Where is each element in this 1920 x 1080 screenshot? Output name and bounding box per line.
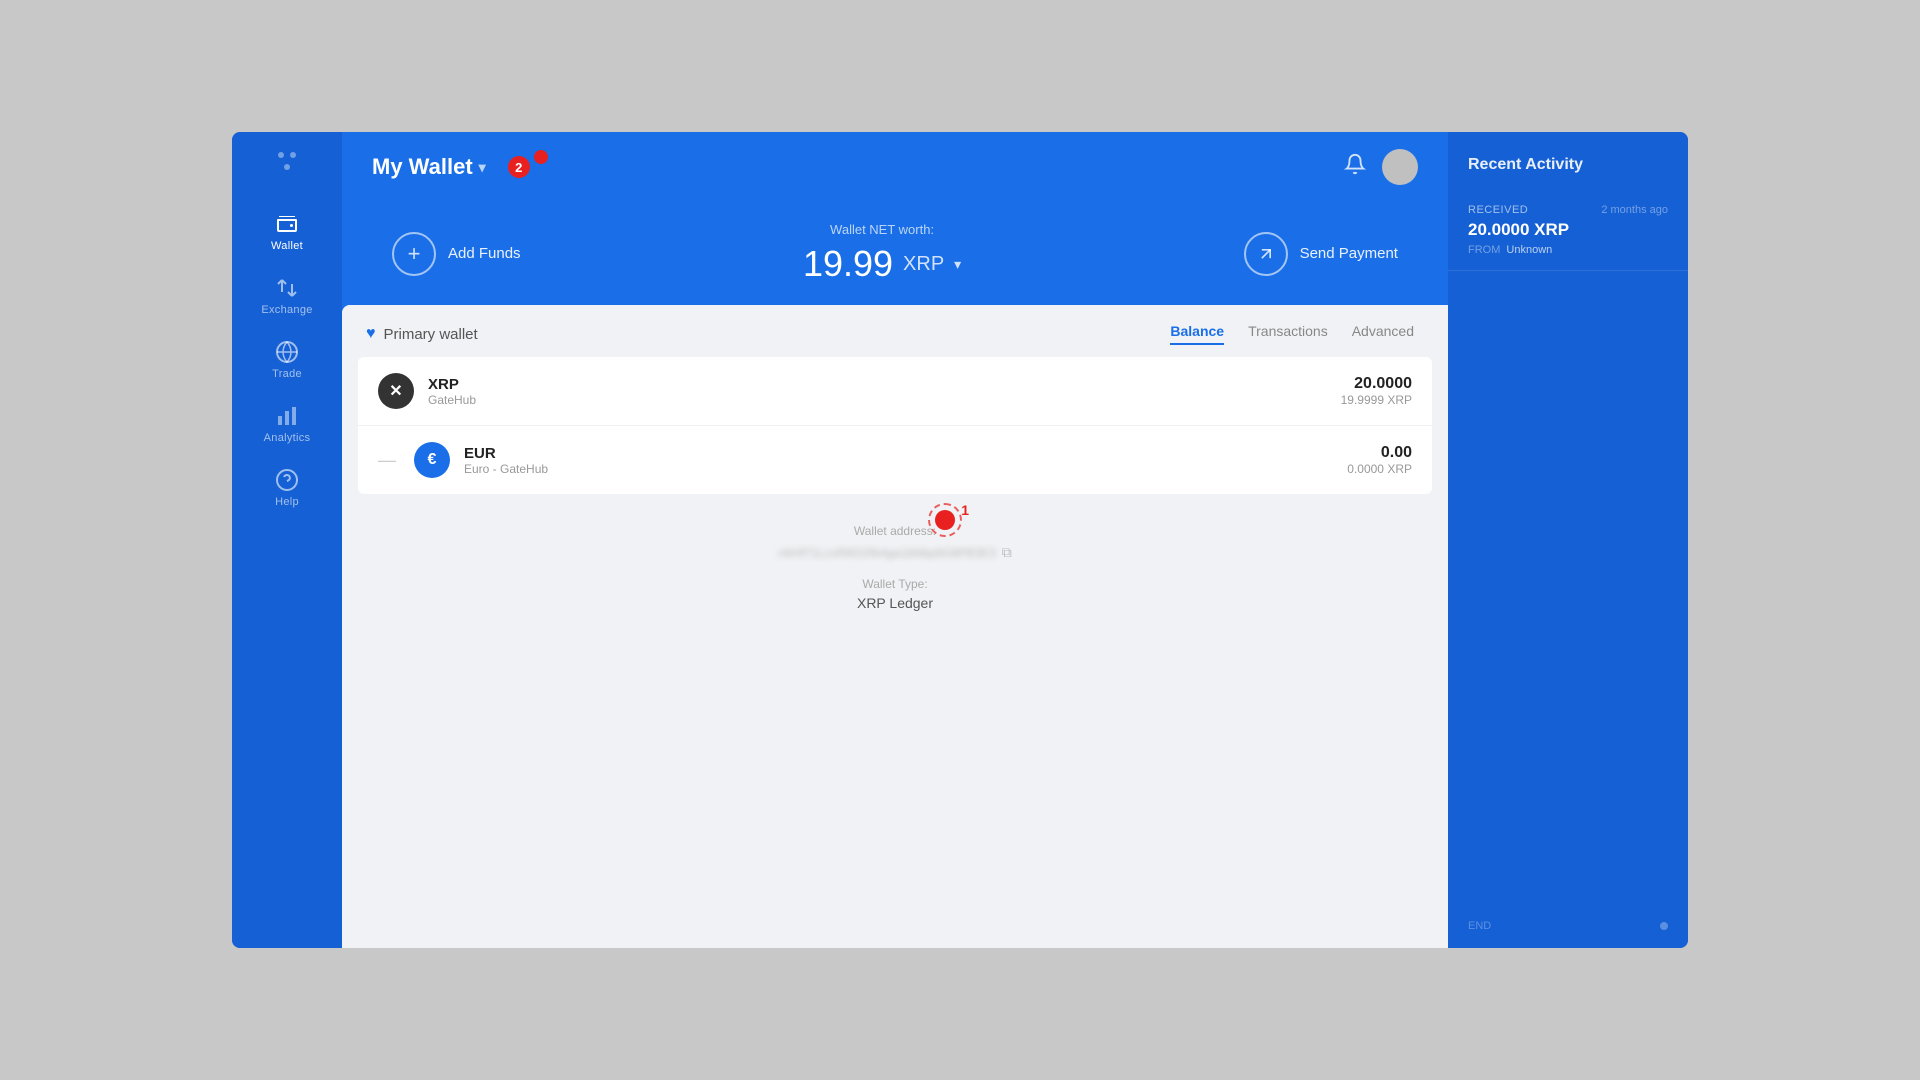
activity-type: RECEIVED — [1468, 204, 1528, 216]
content-header: ♥ Primary wallet Balance Transactions Ad… — [342, 305, 1448, 345]
end-label: END — [1468, 920, 1491, 932]
wallet-type-label: Wallet Type: — [862, 577, 927, 591]
recent-activity-title: Recent Activity — [1448, 132, 1688, 190]
sidebar-item-analytics-label: Analytics — [264, 432, 311, 444]
xrp-coin-icon: ✕ — [378, 373, 414, 409]
sidebar: Wallet Exchange Trade Analytics — [232, 132, 342, 948]
add-funds-label: Add Funds — [448, 245, 521, 262]
activity-from-value: Unknown — [1506, 244, 1552, 256]
header-title: My Wallet ▾ 2 — [372, 154, 530, 180]
tab-advanced[interactable]: Advanced — [1352, 323, 1414, 345]
notification-bell-button[interactable] — [1344, 153, 1366, 181]
net-worth-currency: XRP — [903, 253, 944, 276]
right-panel: Recent Activity RECEIVED 2 months ago 20… — [1448, 132, 1688, 948]
currency-chevron-icon: ▾ — [954, 256, 961, 273]
copy-address-button[interactable]: ⧉ — [1002, 544, 1012, 561]
xrp-value: 19.9999 XRP — [1341, 393, 1412, 407]
xrp-coin-provider: GateHub — [428, 393, 1327, 407]
send-payment-button[interactable]: Send Payment — [1244, 232, 1398, 276]
annotation-1-number: 1 — [961, 502, 969, 518]
balance-list: ✕ XRP GateHub 20.0000 19.9999 XRP — € — [358, 357, 1432, 494]
activity-amount: 20.0000 XRP — [1468, 220, 1668, 240]
net-worth-label: Wallet NET worth: — [803, 222, 961, 237]
activity-time: 2 months ago — [1601, 204, 1668, 216]
net-worth-display: Wallet NET worth: 19.99 XRP ▾ — [803, 222, 961, 285]
sidebar-item-analytics[interactable]: Analytics — [232, 392, 342, 456]
sidebar-item-exchange[interactable]: Exchange — [232, 264, 342, 328]
table-row: ✕ XRP GateHub 20.0000 19.9999 XRP — [358, 357, 1432, 426]
sidebar-item-exchange-label: Exchange — [261, 304, 312, 316]
header: My Wallet ▾ 2 — [342, 132, 1448, 202]
eur-xrp-value: 0.0000 XRP — [1347, 462, 1412, 476]
trust-line-indicator: — — [378, 450, 396, 471]
tab-transactions[interactable]: Transactions — [1248, 323, 1328, 345]
wallet-type-value: XRP Ledger — [857, 595, 933, 611]
wallet-address-label: Wallet address: — [854, 524, 936, 538]
header-chevron-icon: ▾ — [479, 159, 486, 176]
tab-balance[interactable]: Balance — [1170, 323, 1224, 345]
sidebar-item-wallet[interactable]: Wallet — [232, 200, 342, 264]
activity-item: RECEIVED 2 months ago 20.0000 XRP FROM U… — [1448, 190, 1688, 271]
activity-from: FROM Unknown — [1468, 244, 1668, 256]
eur-coin-icon: € — [414, 442, 450, 478]
wallet-info-section: 1 Wallet address: r4rHf71LcvR601Rk4ga1bN… — [342, 494, 1448, 948]
eur-coin-provider: Euro - GateHub — [464, 462, 1333, 476]
activity-top-row: RECEIVED 2 months ago — [1468, 204, 1668, 216]
xrp-coin-info: XRP GateHub — [428, 376, 1327, 407]
notification-badge-dot — [534, 150, 548, 164]
heart-icon: ♥ — [366, 325, 376, 343]
user-avatar[interactable] — [1382, 149, 1418, 185]
eur-balance: 0.00 0.0000 XRP — [1347, 444, 1412, 476]
add-funds-button[interactable]: + Add Funds — [392, 232, 521, 276]
hero-section: + Add Funds Wallet NET worth: 19.99 XRP … — [342, 202, 1448, 305]
panel-dot — [1660, 922, 1668, 930]
wallet-name: Primary wallet — [384, 326, 478, 343]
xrp-coin-name: XRP — [428, 376, 1327, 393]
net-worth-value: 19.99 — [803, 243, 893, 285]
my-wallet-title: My Wallet — [372, 154, 473, 180]
table-row: — € EUR Euro - GateHub 0.00 0.0000 XRP — [358, 426, 1432, 494]
sidebar-item-help-label: Help — [275, 496, 299, 508]
eur-coin-info: EUR Euro - GateHub — [464, 445, 1333, 476]
xrp-amount: 20.0000 — [1341, 375, 1412, 393]
send-payment-label: Send Payment — [1300, 245, 1398, 262]
sidebar-item-help[interactable]: Help — [232, 456, 342, 520]
send-payment-icon — [1244, 232, 1288, 276]
wallet-address-value: r4rHf71LcvR601Rk4ga1bNbp6G8PB3E3 ⧉ — [778, 544, 1011, 561]
right-panel-footer: END — [1448, 904, 1688, 948]
sidebar-item-trade[interactable]: Trade — [232, 328, 342, 392]
sidebar-decoration — [278, 152, 296, 170]
add-funds-icon: + — [392, 232, 436, 276]
eur-amount: 0.00 — [1347, 444, 1412, 462]
annotation-1: 1 — [935, 510, 955, 535]
tabs: Balance Transactions Advanced — [1170, 323, 1414, 345]
eur-coin-name: EUR — [464, 445, 1333, 462]
primary-wallet-label: ♥ Primary wallet — [366, 325, 478, 343]
sidebar-item-trade-label: Trade — [272, 368, 302, 380]
notification-count-badge: 2 — [508, 156, 530, 178]
wallet-address-text: r4rHf71LcvR601Rk4ga1bNbp6G8PB3E3 — [778, 546, 995, 560]
sidebar-item-wallet-label: Wallet — [271, 240, 303, 252]
content-area: ♥ Primary wallet Balance Transactions Ad… — [342, 305, 1448, 948]
xrp-balance: 20.0000 19.9999 XRP — [1341, 375, 1412, 407]
main-content: My Wallet ▾ 2 + Add Funds Wallet NET w — [342, 132, 1448, 948]
net-worth-amount: 19.99 XRP ▾ — [803, 243, 961, 285]
activity-from-label: FROM — [1468, 244, 1500, 256]
